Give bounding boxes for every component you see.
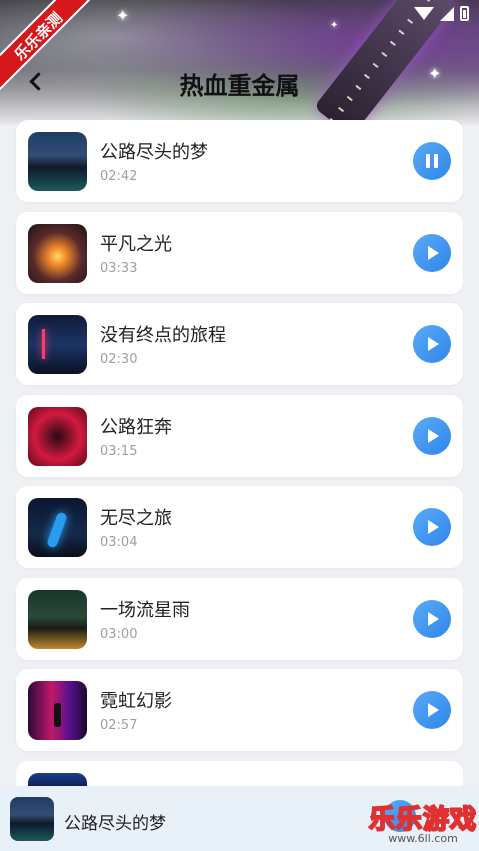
- song-title: 无尽之旅: [100, 508, 172, 529]
- play-button[interactable]: [413, 508, 451, 546]
- song-item[interactable]: 一场流星雨 03:00: [16, 577, 463, 660]
- song-list: 公路尽头的梦 02:42 平凡之光 03:33 没有终点的旅程 02:30 公路…: [16, 120, 463, 791]
- status-bar: [414, 6, 469, 21]
- song-item[interactable]: 公路尽头的梦 02:42: [16, 120, 463, 202]
- top-bar: 热血重金属: [0, 60, 479, 104]
- red-tunnel-cover: [28, 406, 87, 466]
- song-item[interactable]: 没有终点的旅程 02:30: [16, 303, 463, 385]
- play-icon: [428, 520, 439, 534]
- song-duration: 03:15: [100, 443, 138, 459]
- watermark-brand: 乐乐游戏: [368, 804, 477, 836]
- song-item[interactable]: 无尽之旅 03:04: [16, 486, 463, 568]
- song-title: 公路狂奔: [100, 416, 172, 438]
- play-icon: [428, 703, 439, 717]
- song-duration: 03:00: [100, 626, 138, 642]
- blue-light-cover: [28, 498, 87, 557]
- neon-road-cover: [28, 315, 87, 374]
- song-duration: 02:57: [100, 718, 138, 733]
- watermark-logo: 乐乐游戏 www.6ll.com: [368, 799, 477, 845]
- song-title: 公路尽头的梦: [100, 142, 208, 163]
- song-item[interactable]: 公路狂奔 03:15: [16, 394, 463, 477]
- play-icon: [428, 611, 439, 626]
- wifi-icon: [414, 7, 434, 20]
- song-duration: 02:42: [100, 169, 138, 184]
- play-button[interactable]: [413, 325, 451, 363]
- sparkle-icon: ✦: [330, 20, 339, 31]
- sunset-road-cover: [28, 223, 87, 283]
- mini-player-cover: [10, 797, 54, 841]
- song-title: 一场流星雨: [100, 599, 190, 621]
- song-title: 平凡之光: [100, 233, 172, 255]
- play-button[interactable]: [413, 691, 451, 729]
- song-item[interactable]: 霓虹幻影 02:57: [16, 669, 463, 751]
- page-title: 热血重金属: [179, 72, 300, 100]
- mini-player-title: 公路尽头的梦: [64, 814, 166, 834]
- song-title: 没有终点的旅程: [100, 325, 226, 346]
- sparkle-icon: ✦: [116, 6, 130, 25]
- song-duration: 03:04: [100, 535, 138, 550]
- meteor-city-cover: [28, 589, 87, 649]
- play-button[interactable]: [413, 233, 451, 272]
- song-title: 霓虹幻影: [100, 691, 172, 712]
- play-button[interactable]: [413, 416, 451, 455]
- song-item[interactable]: 平凡之光 03:33: [16, 211, 463, 294]
- neon-alley-cover: [28, 681, 87, 740]
- play-icon: [428, 428, 439, 443]
- song-duration: 02:30: [100, 352, 138, 367]
- night-highway-cover: [28, 132, 87, 191]
- play-button[interactable]: [413, 599, 451, 638]
- play-icon: [428, 337, 439, 351]
- mini-player[interactable]: 公路尽头的梦 乐乐游戏 www.6ll.com: [0, 786, 479, 851]
- signal-icon: [440, 6, 454, 21]
- battery-icon: [460, 6, 469, 21]
- song-duration: 03:33: [100, 260, 138, 276]
- pause-button[interactable]: [413, 142, 451, 180]
- play-icon: [428, 245, 439, 260]
- pause-icon: [426, 154, 438, 168]
